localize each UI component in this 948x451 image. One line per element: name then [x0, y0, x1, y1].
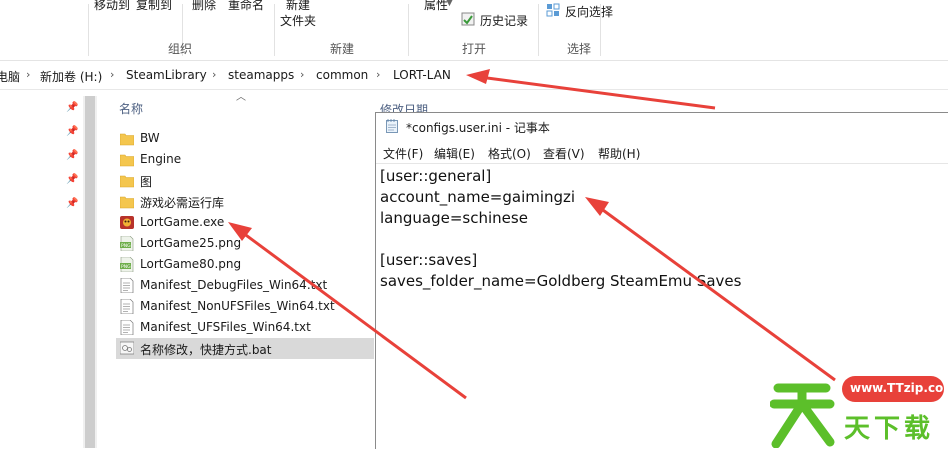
list-item[interactable]: BW [116, 128, 374, 149]
file-name: LortGame25.png [140, 236, 242, 250]
file-name: Manifest_UFSFiles_Win64.txt [140, 320, 311, 334]
list-item[interactable]: Manifest_DebugFiles_Win64.txt [116, 275, 374, 296]
png-icon: PNG [120, 236, 134, 251]
copy-to-button[interactable]: 复制到 [136, 0, 172, 13]
menu-format[interactable]: 格式(O) [488, 145, 531, 162]
new-folder-label: 文件夹 [280, 14, 317, 28]
file-name: LortGame80.png [140, 257, 242, 271]
folder-icon [120, 175, 134, 188]
svg-text:PNG: PNG [121, 243, 131, 249]
text-line: [user::saves] [380, 251, 478, 269]
list-item[interactable]: Manifest_UFSFiles_Win64.txt [116, 317, 374, 338]
watermark-logo: www.TTzip.com 天下载 [769, 368, 948, 449]
breadcrumb-lort-lan[interactable]: LORT-LAN [393, 68, 451, 82]
menu-edit[interactable]: 编辑(E) [434, 145, 475, 162]
notepad-title-bar[interactable]: *configs.user.ini - 记事本 [376, 113, 948, 140]
file-name: 名称修改，快捷方式.bat [140, 343, 272, 357]
file-name: Engine [140, 152, 182, 166]
file-name: 游戏必需运行库 [140, 196, 225, 210]
text-line: saves_folder_name=Goldberg SteamEmu Save… [380, 272, 742, 290]
list-item[interactable]: Manifest_NonUFSFiles_Win64.txt [116, 296, 374, 317]
group-new: 新建 [330, 42, 355, 56]
pin-icon[interactable]: 📌 [66, 174, 78, 185]
list-item[interactable]: PNG LortGame80.png [116, 254, 374, 275]
breadcrumb-steamapps[interactable]: steamapps [228, 68, 294, 82]
history-button[interactable]: 历史记录 [480, 12, 528, 29]
sort-up-icon[interactable]: ︿ [236, 88, 246, 103]
list-item[interactable]: PNG LortGame25.png [116, 233, 374, 254]
watermark-brand: 天下载 [844, 414, 935, 444]
properties-button[interactable]: 属性 [424, 0, 448, 13]
delete-button[interactable]: 删除 [192, 0, 216, 13]
move-to-button[interactable]: 移动到 [94, 0, 130, 13]
file-name: LortGame.exe [140, 215, 225, 229]
svg-text:PNG: PNG [121, 264, 131, 270]
pin-icon[interactable]: 📌 [66, 198, 78, 209]
ribbon-divider [88, 4, 89, 56]
navigation-scrollbar-thumb[interactable] [85, 96, 95, 448]
file-name: 图 [140, 175, 153, 189]
watermark-url: www.TTzip.com [850, 381, 948, 395]
ribbon: 移动到 复制到 删除 重命名 新建 文件夹 属性 ▼ 历史记录 反向选择 组织 … [0, 0, 948, 61]
pin-icon[interactable]: 📌 [66, 102, 78, 113]
notepad-title: *configs.user.ini - 记事本 [406, 121, 550, 135]
group-open: 打开 [462, 42, 487, 56]
menu-view[interactable]: 查看(V) [543, 145, 585, 162]
folder-icon [120, 133, 134, 146]
menu-file[interactable]: 文件(F) [383, 145, 423, 162]
column-header-name[interactable]: 名称 [119, 100, 143, 117]
rename-button[interactable]: 重命名 [228, 0, 264, 13]
text-file-icon [120, 320, 134, 335]
file-name: BW [140, 131, 160, 145]
breadcrumb-this-pc[interactable]: 电脑 [0, 68, 20, 85]
notepad-icon [386, 119, 398, 133]
list-item[interactable]: 图 [116, 170, 374, 191]
text-file-icon [120, 299, 134, 314]
bat-file-icon [120, 341, 134, 355]
breadcrumb-steamlibrary[interactable]: SteamLibrary [126, 68, 207, 82]
list-item-selected[interactable]: 名称修改，快捷方式.bat [116, 338, 374, 359]
game-exe-icon [120, 216, 134, 229]
chevron-right-icon[interactable]: › [26, 68, 30, 81]
ribbon-divider [600, 4, 601, 56]
png-icon: PNG [120, 257, 134, 272]
folder-icon [120, 196, 134, 209]
ribbon-divider [408, 4, 409, 56]
breadcrumb-drive[interactable]: 新加卷 (H:) [40, 68, 102, 85]
list-item[interactable]: LortGame.exe [116, 212, 374, 233]
list-item[interactable]: 游戏必需运行库 [116, 191, 374, 212]
chevron-right-icon[interactable]: › [110, 68, 114, 81]
menu-help[interactable]: 帮助(H) [598, 145, 640, 162]
folder-icon [120, 154, 134, 167]
text-line: [user::general] [380, 167, 492, 185]
breadcrumb-common[interactable]: common [316, 68, 368, 82]
group-select: 选择 [567, 42, 592, 56]
text-line: account_name=gaimingzi [380, 188, 576, 206]
pin-icon[interactable]: 📌 [66, 150, 78, 161]
invert-selection-button[interactable]: 反向选择 [565, 3, 613, 20]
group-organize: 组织 [168, 42, 193, 56]
text-line: language=schinese [380, 209, 528, 227]
chevron-right-icon[interactable]: › [212, 68, 216, 81]
chevron-right-icon[interactable]: › [300, 68, 304, 81]
text-file-icon [120, 278, 134, 293]
file-name: Manifest_NonUFSFiles_Win64.txt [140, 299, 335, 313]
history-icon [461, 12, 475, 26]
ribbon-divider [274, 4, 275, 56]
notepad-menu-bar: 文件(F) 编辑(E) 格式(O) 查看(V) 帮助(H) [376, 141, 948, 164]
list-item[interactable]: Engine [116, 149, 374, 170]
file-name: Manifest_DebugFiles_Win64.txt [140, 278, 328, 292]
chevron-right-icon[interactable]: › [376, 68, 380, 81]
navigation-pane: 📌 📌 📌 📌 📌 [0, 90, 96, 448]
invert-selection-icon [546, 3, 560, 17]
ribbon-divider [538, 4, 539, 56]
pin-icon[interactable]: 📌 [66, 126, 78, 137]
address-bar[interactable]: 电脑 › 新加卷 (H:) › SteamLibrary › steamapps… [0, 61, 948, 90]
chevron-down-icon[interactable]: ▼ [446, 0, 453, 8]
